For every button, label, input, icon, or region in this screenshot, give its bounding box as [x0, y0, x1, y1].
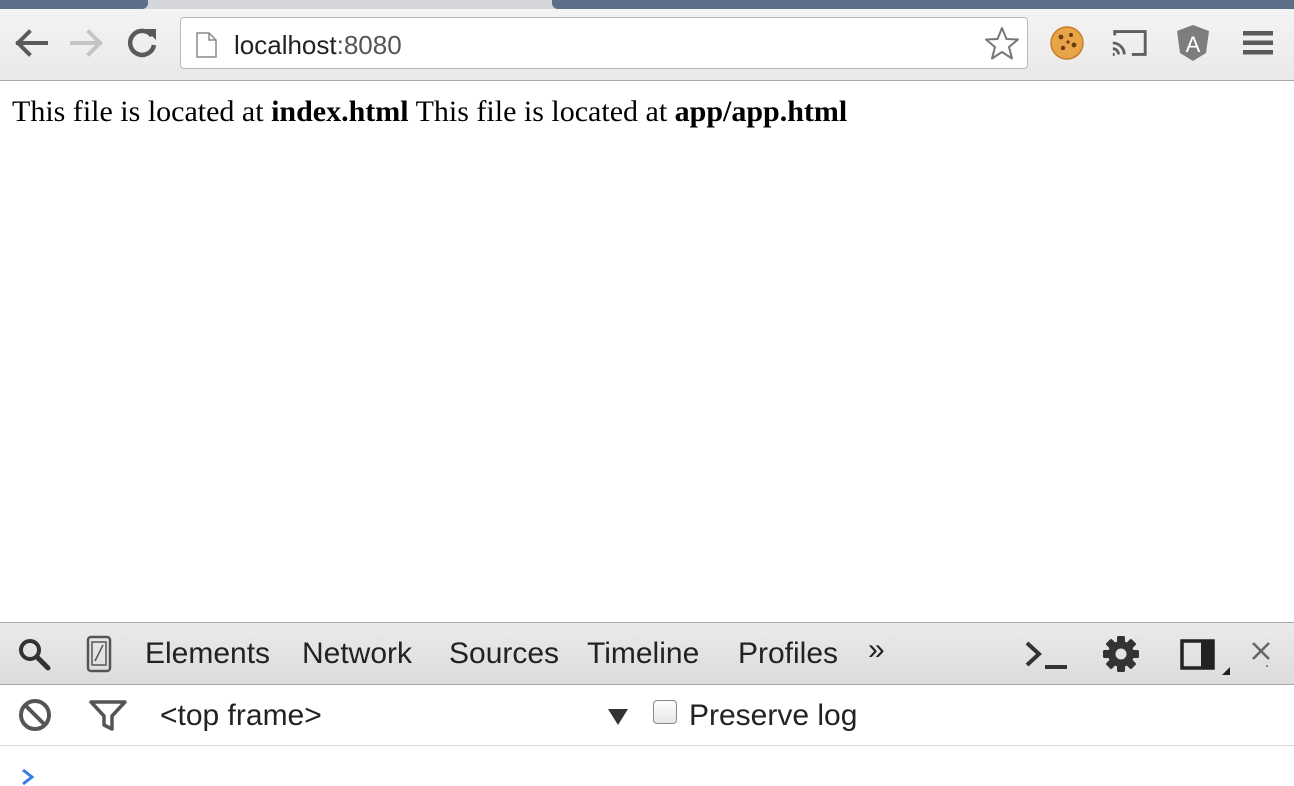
search-icon [19, 639, 51, 671]
dropdown-triangle-icon [608, 709, 628, 725]
forward-button[interactable] [66, 21, 106, 65]
preserve-log-checkbox[interactable] [653, 700, 677, 724]
filter-button[interactable] [86, 695, 130, 735]
page-content: This file is located at index.html This … [0, 81, 1294, 622]
text-segment: This file is located at [12, 95, 272, 128]
url-text: localhost:8080 [234, 30, 402, 60]
close-icon [1252, 642, 1270, 667]
dock-icon [1180, 639, 1230, 675]
preserve-log-label[interactable]: Preserve log [689, 699, 857, 733]
tab-network[interactable]: Network [302, 637, 412, 671]
reload-icon [127, 28, 157, 58]
file-name: index.html [271, 95, 409, 128]
page-icon [196, 32, 217, 58]
console-prompt-row[interactable] [0, 746, 1294, 786]
tab-timeline[interactable]: Timeline [587, 637, 699, 671]
console-toolbar: <top frame> Preserve log [0, 685, 1294, 746]
cast-button[interactable] [1109, 21, 1149, 65]
text-segment: This file is located at [408, 95, 675, 128]
filter-funnel-icon [89, 700, 127, 731]
frame-selector-label: <top frame> [160, 699, 322, 732]
cookie-icon [1050, 26, 1084, 60]
address-bar[interactable]: localhost:8080 [180, 17, 1028, 69]
console-drawer-button[interactable] [1020, 635, 1072, 673]
tab-sources[interactable]: Sources [449, 637, 559, 671]
gear-icon [1103, 636, 1139, 672]
console-prompt-icon [1025, 641, 1067, 669]
close-devtools-button[interactable] [1246, 637, 1276, 669]
devtools-toolbar: Elements Network Sources Timeline Profil… [0, 623, 1294, 685]
mobile-device-icon [86, 635, 112, 673]
browser-toolbar: localhost:8080 A [0, 9, 1294, 81]
hamburger-menu-icon [1243, 31, 1273, 55]
tab-profiles[interactable]: Profiles [738, 637, 838, 671]
cookie-extension-button[interactable] [1047, 21, 1087, 65]
tab-elements[interactable]: Elements [145, 637, 270, 671]
svg-text:A: A [1186, 32, 1201, 57]
tab-left[interactable] [0, 0, 148, 9]
forward-arrow-icon [70, 29, 103, 57]
angular-icon: A [1177, 25, 1209, 61]
inspect-search-button[interactable] [14, 635, 54, 673]
device-mode-button[interactable] [82, 633, 116, 675]
tab-strip [0, 0, 1294, 9]
tab-right[interactable] [552, 0, 1294, 9]
console-prompt-chevron-icon [22, 768, 35, 786]
devtools-panel: Elements Network Sources Timeline Profil… [0, 622, 1294, 786]
cast-icon [1112, 30, 1147, 56]
back-arrow-icon [15, 29, 48, 57]
dock-side-button[interactable] [1174, 634, 1234, 678]
clear-console-icon [19, 699, 51, 731]
file-name: app/app.html [674, 95, 848, 128]
clear-console-button[interactable] [14, 695, 56, 735]
reload-button[interactable] [122, 21, 162, 65]
back-button[interactable] [12, 21, 52, 65]
more-tabs-button[interactable]: » [868, 633, 885, 667]
angular-extension-button[interactable]: A [1173, 21, 1213, 65]
bookmark-star-icon[interactable] [983, 25, 1021, 63]
menu-button[interactable] [1238, 21, 1278, 65]
page-text: This file is located at index.html This … [12, 95, 847, 129]
settings-button[interactable] [1100, 634, 1142, 674]
